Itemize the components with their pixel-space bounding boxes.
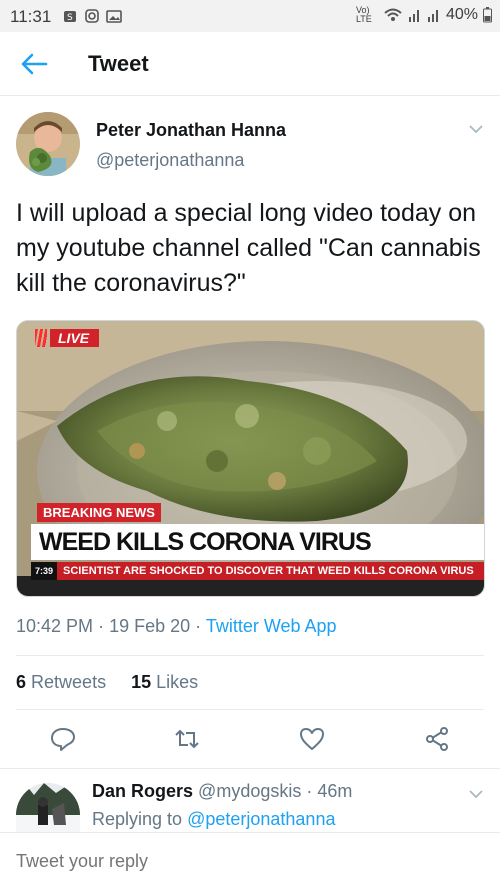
news-ticker: 7:39 SCIENTIST ARE SHOCKED TO DISCOVER TH… [31,562,484,580]
tweet-author: Peter Jonathan Hanna @peterjonathanna [16,112,484,182]
likes-count: 15 [131,672,152,692]
headline-bar: WEED KILLS CORONA VIRUS [31,524,484,560]
replying-to: Replying to @peterjonathanna [92,809,335,830]
reply-age: 46m [317,781,353,801]
reply-author-name[interactable]: Dan Rogers [92,781,193,801]
like-icon[interactable] [299,726,325,752]
compose-bar [0,832,500,889]
likes-stat[interactable]: 15 Likes [131,672,198,692]
battery-icon [483,7,492,23]
retweets-count: 6 [16,672,27,692]
reply-separator: · [306,781,313,801]
app-bar: Tweet [0,32,500,96]
divider [16,655,484,656]
news-headline: WEED KILLS CORONA VIRUS [39,528,372,556]
instagram-icon [85,9,99,23]
gallery-icon [106,10,122,23]
signal-icon-2 [427,10,438,22]
signal-icon [408,10,419,22]
reply-icon[interactable] [50,726,76,752]
s-icon: S [64,11,76,23]
ticker-text: SCIENTIST ARE SHOCKED TO DISCOVER THAT W… [63,565,474,577]
reply-chevron-down-icon[interactable] [468,789,484,799]
back-arrow-icon[interactable] [20,52,48,76]
status-bar: 11:31 S Vo) LTE 40% [0,0,500,32]
meta-separator-2: · [195,616,202,636]
reply-avatar[interactable] [16,783,80,833]
divider-2 [16,709,484,710]
likes-label: Likes [156,672,199,692]
reply-input[interactable] [16,851,476,872]
status-right: Vo) LTE 40% [356,6,492,24]
tweet-text: I will upload a special long video today… [16,199,481,297]
live-badge: LIVE [35,329,100,347]
replying-to-handle[interactable]: @peterjonathanna [187,809,335,829]
network-label: Vo) LTE [355,5,372,24]
tweet-stats: 6 Retweets 15 Likes [16,672,198,693]
ticker-time: 7:39 [31,562,58,580]
status-time: 11:31 [10,7,52,26]
tweet-actions [0,722,500,766]
reply-header: Dan Rogers @mydogskis · 46m [92,781,352,802]
retweets-stat[interactable]: 6 Retweets [16,672,106,692]
retweets-label: Retweets [31,672,107,692]
share-icon[interactable] [424,726,450,752]
reply-item[interactable]: Dan Rogers @mydogskis · 46m Replying to … [0,768,500,833]
reply-author-handle[interactable]: @mydogskis [198,781,301,801]
tweet-source[interactable]: Twitter Web App [206,616,337,636]
avatar[interactable] [16,112,80,176]
page-title: Tweet [88,51,149,76]
replying-to-label: Replying to [92,809,183,829]
meta-separator: · [98,616,105,636]
live-label: LIVE [50,329,100,347]
tweet-media-image[interactable]: LIVE BREAKING NEWS WEED KILLS CORONA VIR… [16,320,485,597]
chevron-down-icon[interactable] [468,124,484,134]
svg-text:S: S [67,13,73,23]
wifi-icon [384,8,402,21]
tweet-meta: 10:42 PM · 19 Feb 20 · Twitter Web App [16,616,337,637]
author-name[interactable]: Peter Jonathan Hanna [96,120,286,141]
battery-percent: 40% [445,6,478,23]
tweet-date: 19 Feb 20 [109,616,191,636]
author-handle[interactable]: @peterjonathanna [96,150,244,171]
tweet-time: 10:42 PM [16,616,94,636]
retweet-icon[interactable] [174,726,200,752]
breaking-news-label: BREAKING NEWS [37,503,161,522]
